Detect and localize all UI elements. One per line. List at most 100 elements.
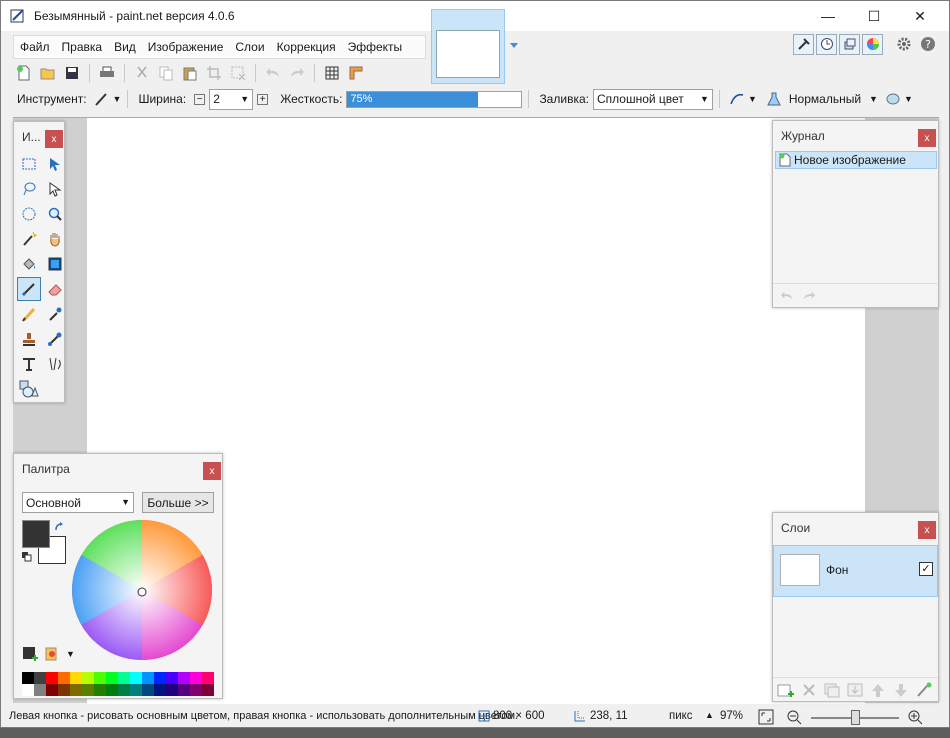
paintbrush-tool[interactable] [17, 277, 41, 301]
blend-mode-value[interactable]: Нормальный [789, 92, 861, 106]
ellipse-select-tool[interactable] [17, 202, 41, 226]
color-picker-tool[interactable] [43, 302, 67, 326]
color-swatch[interactable] [82, 672, 94, 684]
color-swatch[interactable] [178, 672, 190, 684]
history-window-toggle[interactable] [816, 33, 837, 55]
cut-button[interactable] [131, 62, 153, 84]
add-layer-icon[interactable] [777, 682, 795, 698]
undo-button[interactable] [262, 62, 284, 84]
color-swatch[interactable] [22, 672, 34, 684]
menu-effects[interactable]: Эффекты [342, 40, 409, 54]
hardness-slider[interactable]: 75% [346, 90, 523, 108]
color-swatch[interactable] [154, 672, 166, 684]
color-swatch[interactable] [106, 684, 118, 696]
reset-colors-icon[interactable] [22, 552, 32, 562]
menu-layers[interactable]: Слои [229, 40, 270, 54]
swap-colors-icon[interactable] [54, 522, 64, 532]
palette-menu-icon[interactable] [44, 646, 60, 662]
color-swatch[interactable] [142, 684, 154, 696]
colors-window-toggle[interactable] [862, 33, 883, 55]
tools-window-toggle[interactable] [793, 33, 814, 55]
pan-tool[interactable] [43, 227, 67, 251]
width-combobox[interactable]: 2 ▼ [209, 88, 254, 110]
color-swatch[interactable] [202, 684, 214, 696]
color-swatch[interactable] [94, 672, 106, 684]
text-tool[interactable] [17, 352, 41, 376]
color-swatch[interactable] [82, 684, 94, 696]
color-swatch[interactable] [118, 672, 130, 684]
line-curve-tool[interactable] [43, 352, 67, 376]
zoom-in-icon[interactable] [907, 709, 923, 725]
paste-button[interactable] [179, 62, 201, 84]
menu-adjustments[interactable]: Коррекция [271, 40, 342, 54]
copy-button[interactable] [155, 62, 177, 84]
crop-button[interactable] [203, 62, 225, 84]
move-selected-tool[interactable] [43, 152, 67, 176]
color-swatch[interactable] [118, 684, 130, 696]
color-swatch[interactable] [106, 672, 118, 684]
primary-color-swatch[interactable] [22, 520, 50, 548]
color-swatch[interactable] [190, 684, 202, 696]
history-panel-close-button[interactable]: x [918, 129, 936, 147]
zoom-value[interactable]: 97% [720, 710, 743, 722]
menu-image[interactable]: Изображение [142, 40, 230, 54]
delete-layer-icon[interactable] [800, 682, 818, 698]
width-increase-icon[interactable]: + [257, 93, 269, 105]
tool-picker[interactable] [91, 88, 113, 110]
color-swatch[interactable] [34, 672, 46, 684]
blend-mode-button[interactable] [763, 88, 785, 110]
color-swatch[interactable] [22, 684, 34, 696]
color-swatch[interactable] [166, 684, 178, 696]
grid-button[interactable] [321, 62, 343, 84]
color-swatch[interactable] [130, 672, 142, 684]
color-swatch[interactable] [154, 684, 166, 696]
zoom-out-icon[interactable] [786, 709, 802, 725]
history-item[interactable]: Новое изображение [775, 151, 937, 169]
print-button[interactable] [96, 62, 118, 84]
redo-button[interactable] [286, 62, 308, 84]
menu-edit[interactable]: Правка [56, 40, 109, 54]
layer-properties-icon[interactable] [915, 682, 933, 698]
color-swatch[interactable] [70, 672, 82, 684]
move-selection-tool[interactable] [43, 177, 67, 201]
paint-bucket-tool[interactable] [17, 252, 41, 276]
gradient-tool[interactable] [43, 252, 67, 276]
add-color-icon[interactable] [22, 646, 38, 662]
lasso-select-tool[interactable] [17, 177, 41, 201]
save-button[interactable] [61, 62, 83, 84]
color-swatch[interactable] [130, 684, 142, 696]
tools-panel-close-button[interactable]: x [45, 130, 63, 148]
color-swatch[interactable] [178, 684, 190, 696]
rulers-button[interactable] [345, 62, 367, 84]
minimize-button[interactable]: — [805, 1, 851, 31]
maximize-button[interactable]: ☐ [851, 1, 897, 31]
redo-icon[interactable] [801, 289, 817, 303]
close-button[interactable]: ✕ [897, 1, 943, 31]
settings-button[interactable] [893, 33, 915, 55]
color-swatch[interactable] [190, 672, 202, 684]
move-layer-down-icon[interactable] [892, 682, 910, 698]
selection-arrow-icon[interactable]: ▼ [904, 94, 913, 104]
rectangle-select-tool[interactable] [17, 152, 41, 176]
color-swatch[interactable] [166, 672, 178, 684]
zoom-tool[interactable] [43, 202, 67, 226]
shapes-tool[interactable] [17, 377, 41, 401]
help-button[interactable]: ? [917, 33, 939, 55]
image-list-dropdown-icon[interactable] [509, 41, 519, 51]
zoom-slider-thumb[interactable] [851, 710, 860, 725]
color-swatch[interactable] [58, 684, 70, 696]
duplicate-layer-icon[interactable] [823, 682, 841, 698]
undo-icon[interactable] [779, 289, 795, 303]
layers-panel-close-button[interactable]: x [918, 521, 936, 539]
move-layer-up-icon[interactable] [869, 682, 887, 698]
merge-layer-down-icon[interactable] [846, 682, 864, 698]
color-swatch[interactable] [46, 672, 58, 684]
new-button[interactable] [13, 62, 35, 84]
width-decrease-icon[interactable]: − [194, 93, 206, 105]
color-swatch[interactable] [70, 684, 82, 696]
layers-window-toggle[interactable] [839, 33, 860, 55]
blend-arrow-icon[interactable]: ▼ [869, 94, 878, 104]
magic-wand-tool[interactable] [17, 227, 41, 251]
antialiasing-button[interactable] [726, 88, 748, 110]
color-swatch[interactable] [94, 684, 106, 696]
